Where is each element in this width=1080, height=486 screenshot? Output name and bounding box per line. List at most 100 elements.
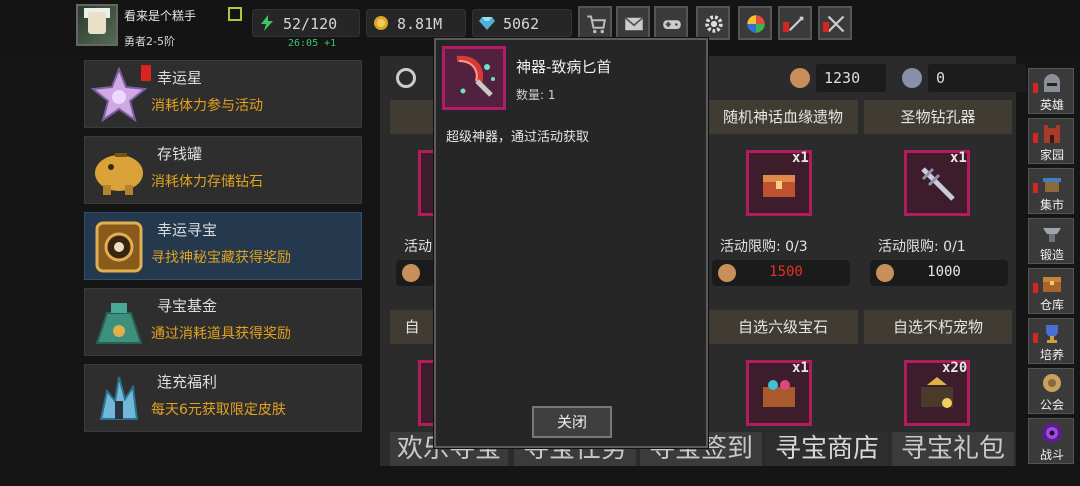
pet-chest-icon [921, 377, 953, 408]
gold-counter[interactable]: 8.81M [366, 9, 466, 37]
coin-icon [876, 264, 894, 282]
trophy-icon [1046, 325, 1058, 343]
stamina-counter[interactable]: 52/120 [252, 9, 360, 37]
shop-item-limit: 活动 [404, 239, 432, 255]
gem-chest-icon [763, 380, 795, 407]
price-value: 1500 [769, 264, 803, 280]
activity-subtitle: 通过消耗道具获得奖励 [151, 326, 291, 342]
activity-title: 存钱罐 [157, 145, 203, 163]
chest-icon [1043, 277, 1061, 292]
coin-icon [790, 68, 810, 88]
nav-label: 集市 [1039, 198, 1064, 212]
activity-subtitle: 消耗体力参与活动 [151, 98, 263, 114]
nav-label: 家园 [1039, 148, 1064, 162]
item-detail-modal: 神器-致病匕首 数量: 1 超级神器，通过活动获取 关闭 [434, 38, 708, 448]
ice-crystal-icon [99, 376, 139, 420]
shop-item-name: 随机神话血缘遗物 [708, 100, 858, 134]
treasure-bag-icon [95, 303, 143, 344]
gamepad-icon [663, 20, 681, 29]
shop-cart-icon [587, 15, 606, 34]
color-wheel-icon [747, 15, 765, 33]
nav-hero[interactable]: 英雄 [1028, 68, 1074, 114]
treasure-compass-icon [95, 221, 143, 273]
helmet-icon [1044, 74, 1060, 92]
drill-icon [921, 167, 955, 201]
portal-icon [1042, 423, 1062, 443]
plague-dagger-icon [456, 55, 495, 97]
activity-treasure-fund[interactable]: 寻宝基金 通过消耗道具获得奖励 [84, 288, 362, 356]
shop-item-art[interactable] [418, 150, 434, 216]
shop-item-price[interactable]: 1500 [712, 260, 850, 286]
activity-title: 连充福利 [157, 373, 218, 391]
player-name: 看来是个糕手 [124, 9, 197, 23]
activity-subtitle: 每天6元获取限定皮肤 [151, 402, 286, 418]
nav-battle[interactable]: 战斗 [1028, 418, 1074, 464]
market-stall-icon [1043, 178, 1061, 192]
player-rank: 勇者2-5阶 [124, 35, 175, 48]
piggy-bank-icon [95, 153, 143, 195]
activity-subtitle: 寻找神秘宝藏获得奖励 [151, 250, 291, 266]
shop-item-name: 圣物钻孔器 [864, 100, 1012, 134]
shop-item-limit: 活动限购: 0/1 [878, 239, 966, 255]
activity-title: 寻宝基金 [157, 297, 218, 315]
shop-item-art[interactable] [418, 360, 434, 426]
edit-name-icon[interactable] [228, 7, 242, 21]
player-avatar[interactable] [76, 4, 118, 46]
shop-item-qty: x1 [792, 150, 809, 166]
shop-item-qty: x1 [950, 150, 967, 166]
shop-cart-button[interactable] [578, 6, 612, 40]
nav-label: 锻造 [1039, 248, 1064, 262]
stamina-value: 52/120 [283, 15, 338, 33]
shop-item-name: 自选六级宝石 [708, 310, 858, 344]
nav-forge[interactable]: 锻造 [1028, 218, 1074, 264]
nav-home[interactable]: 家园 [1028, 118, 1074, 164]
color-wheel-button[interactable] [738, 6, 772, 40]
nav-label: 公会 [1039, 398, 1064, 412]
relic-chest-icon [763, 175, 795, 197]
tab-treasure-shop[interactable]: 寻宝商店 [766, 432, 888, 466]
shop-item-qty: x1 [792, 360, 809, 376]
alert-badge [1033, 333, 1038, 343]
close-button[interactable]: 关闭 [532, 406, 612, 438]
currency-1-value: 1230 [824, 69, 861, 87]
artifact-icon-frame [442, 46, 506, 110]
clock-icon [396, 68, 416, 88]
gold-value: 8.81M [397, 15, 443, 33]
activity-lucky-star[interactable]: 幸运星 消耗体力参与活动 [84, 60, 362, 128]
shop-item-price[interactable]: 1000 [870, 260, 1008, 286]
alert-badge [1033, 133, 1038, 143]
shop-item-limit: 活动限购: 0/3 [720, 239, 808, 255]
stamina-timer: 26:05 +1 [288, 38, 337, 49]
alert-badge [1033, 183, 1038, 193]
nav-market[interactable]: 集市 [1028, 168, 1074, 214]
mail-button[interactable] [616, 6, 650, 40]
activity-lucky-treasure[interactable]: 幸运寻宝 寻找神秘宝藏获得奖励 [84, 212, 362, 280]
nav-warehouse[interactable]: 仓库 [1028, 268, 1074, 314]
gem-value: 5062 [503, 15, 540, 33]
shop-item-name: 自选不朽宠物 [864, 310, 1012, 344]
shop-item-name: 自 [390, 310, 434, 344]
price-value: 1000 [927, 264, 961, 280]
sword-alert-icon [788, 16, 804, 32]
nav-cultivate[interactable]: 培养 [1028, 318, 1074, 364]
nav-guild[interactable]: 公会 [1028, 368, 1074, 414]
nav-label: 仓库 [1039, 298, 1064, 312]
settings-button[interactable] [696, 6, 730, 40]
crossed-swords-button[interactable] [818, 6, 852, 40]
activity-title: 幸运寻宝 [157, 221, 218, 239]
shop-item-qty: x20 [942, 360, 968, 376]
alert-badge [1033, 83, 1038, 93]
activity-title: 幸运星 [157, 69, 203, 87]
activity-recharge-bonus[interactable]: 连充福利 每天6元获取限定皮肤 [84, 364, 362, 432]
tab-treasure-gift[interactable]: 寻宝礼包 [892, 432, 1014, 466]
sword-alert-button[interactable] [778, 6, 812, 40]
diamond-icon [479, 17, 495, 30]
shop-item-header [390, 100, 434, 134]
modal-title: 神器-致病匕首 [516, 58, 612, 76]
activity-piggy-bank[interactable]: 存钱罐 消耗体力存储钻石 [84, 136, 362, 204]
gem-counter[interactable]: 5062 [472, 9, 572, 37]
alert-badge [783, 22, 789, 32]
shop-item-price[interactable] [396, 260, 434, 286]
gamepad-button[interactable] [654, 6, 688, 40]
coin-icon [718, 264, 736, 282]
